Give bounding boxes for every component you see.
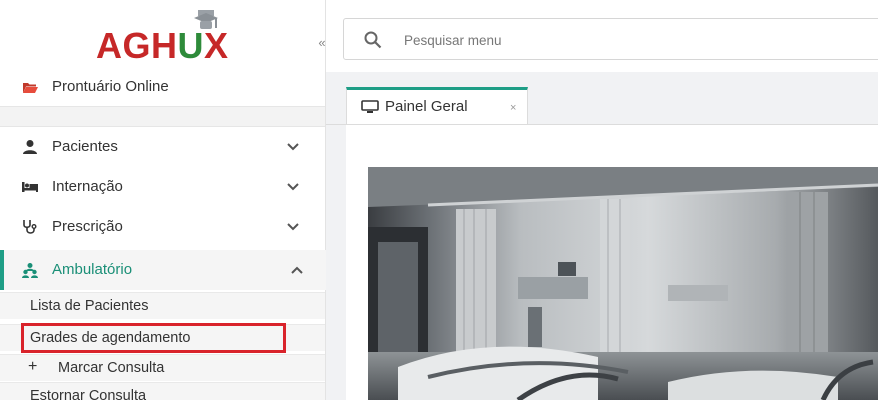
- sidebar-item-label: Pacientes: [52, 138, 118, 155]
- submenu-item-lista-de-pacientes[interactable]: Lista de Pacientes: [0, 292, 325, 319]
- sidebar-item-pacientes[interactable]: Pacientes: [0, 127, 325, 167]
- plus-icon: +: [28, 358, 38, 375]
- bed-icon: [22, 182, 38, 192]
- tab-bar: Painel Geral ×: [326, 72, 878, 125]
- search-icon: [364, 31, 382, 49]
- highlight-annotation: [21, 323, 286, 353]
- sidebar-item-prescricao[interactable]: Prescrição: [0, 207, 325, 247]
- top-bar: [326, 0, 878, 72]
- users-icon: [22, 263, 38, 278]
- sidebar-item-label: Prontuário Online: [52, 78, 169, 95]
- submenu-item-label: Estornar Consulta: [30, 388, 147, 400]
- sidebar-item-label: Internação: [52, 178, 123, 195]
- sidebar-divider: [0, 107, 325, 127]
- sidebar-item-label: Ambulatório: [52, 261, 133, 278]
- logo-wordmark: AGHUX: [96, 25, 229, 66]
- search-box[interactable]: [343, 18, 878, 60]
- sidebar-item-ambulatorio[interactable]: Ambulatório: [0, 250, 329, 290]
- tab-label: Painel Geral: [385, 98, 468, 115]
- sidebar-item-prontuario-online[interactable]: Prontuário Online: [0, 72, 325, 107]
- hospital-room-image: [368, 167, 878, 400]
- sidebar-item-label: Prescrição: [52, 218, 123, 235]
- chevron-down-icon: [287, 143, 299, 151]
- user-icon: [23, 140, 37, 154]
- submenu-item-estornar-consulta[interactable]: Estornar Consulta: [0, 382, 325, 400]
- submenu-item-label: Lista de Pacientes: [30, 298, 149, 314]
- tab-close-icon[interactable]: ×: [510, 101, 516, 115]
- folder-open-icon: [23, 83, 38, 93]
- chevron-up-icon: [291, 266, 303, 274]
- search-input[interactable]: [402, 28, 846, 52]
- submenu-item-marcar-consulta[interactable]: + Marcar Consulta: [0, 354, 325, 381]
- submenu-item-label: Marcar Consulta: [58, 360, 165, 376]
- app-window: AGHUX « Prontuário Online Pacientes Inte…: [0, 0, 878, 400]
- sidebar-item-internacao[interactable]: Internação: [0, 167, 325, 207]
- logo: AGHUX: [0, 0, 325, 72]
- sidebar: AGHUX « Prontuário Online Pacientes Inte…: [0, 0, 329, 400]
- stethoscope-icon: [23, 220, 37, 234]
- chevron-down-icon: [287, 223, 299, 231]
- desktop-icon: [361, 100, 379, 113]
- chevron-down-icon: [287, 183, 299, 191]
- tab-painel-geral[interactable]: Painel Geral ×: [346, 87, 528, 124]
